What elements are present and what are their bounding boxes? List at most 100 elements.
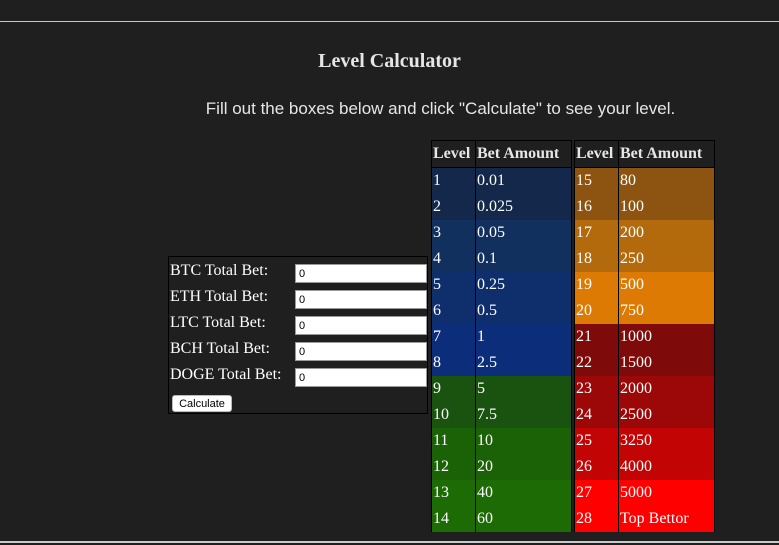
bet-amount: 0.01 [475,167,572,194]
bet-amount: 60 [475,506,572,532]
bet-amount: 100 [618,194,715,220]
level-row: 8 2.5 [431,350,572,376]
level-number: 27 [574,480,619,506]
level-row: 3 0.05 [431,220,572,246]
table-header-row: Level Bet Amount [574,140,715,168]
bet-amount: 20 [475,454,572,480]
level-row: 18 250 [574,246,715,272]
level-number: 11 [431,428,476,454]
level-number: 28 [574,506,619,532]
level-row: 24 2500 [574,402,715,428]
eth-label: ETH Total Bet: [170,288,269,305]
bet-amount-header: Bet Amount [475,140,572,168]
level-row: 27 5000 [574,480,715,506]
level-row: 12 20 [431,454,572,480]
bet-amount: 5 [475,376,572,402]
level-number: 9 [431,376,476,402]
level-number: 2 [431,194,476,220]
bch-label: BCH Total Bet: [170,340,270,357]
level-number: 5 [431,272,476,298]
bet-amount: 2500 [618,402,715,428]
level-row: 19 500 [574,272,715,298]
level-number: 22 [574,350,619,376]
level-number: 17 [574,220,619,246]
level-row: 15 80 [574,167,715,194]
level-number: 24 [574,402,619,428]
level-number: 25 [574,428,619,454]
level-number: 1 [431,167,476,194]
bet-amount: Top Bettor [618,506,715,532]
level-number: 15 [574,167,619,194]
level-row: 4 0.1 [431,246,572,272]
bet-amount: 0.1 [475,246,572,272]
bet-amount: 10 [475,428,572,454]
doge-label: DOGE Total Bet: [170,366,282,383]
bet-amount: 0.05 [475,220,572,246]
level-number: 12 [431,454,476,480]
level-row: 6 0.5 [431,298,572,324]
top-divider [0,21,779,22]
bet-amount: 0.5 [475,298,572,324]
bet-amount: 250 [618,246,715,272]
level-row: 21 1000 [574,324,715,350]
bet-amount: 1000 [618,324,715,350]
level-row: 5 0.25 [431,272,572,298]
level-number: 4 [431,246,476,272]
bet-amount: 1 [475,324,572,350]
bet-amount: 0.025 [475,194,572,220]
bch-row: BCH Total Bet: [169,337,429,363]
level-row: 95 [431,376,572,402]
btc-total-bet-input[interactable] [295,264,427,283]
bet-amount: 0.25 [475,272,572,298]
level-number: 13 [431,480,476,506]
btc-row: BTC Total Bet: [169,259,429,285]
levels-table-left: Level Bet Amount 1 0.01 2 0.025 3 0.05 4 0.1 5 0.… [431,140,572,532]
bottom-divider [0,541,779,543]
ltc-total-bet-input[interactable] [295,316,427,335]
level-row: 10 7.5 [431,402,572,428]
bch-total-bet-input[interactable] [295,342,427,361]
instructions-text: Fill out the boxes below and click "Calc… [205,99,676,118]
btc-label: BTC Total Bet: [170,262,269,279]
level-number: 18 [574,246,619,272]
level-number: 26 [574,454,619,480]
level-row: 1 0.01 [431,167,572,194]
levels-table-right: Level Bet Amount 15 80 16 100 17 200 18 250 19 50… [574,140,715,532]
bet-amount: 500 [618,272,715,298]
bet-amount: 80 [618,167,715,194]
level-header: Level [574,140,619,168]
bet-amount: 200 [618,220,715,246]
ltc-row: LTC Total Bet: [169,311,429,337]
bet-amount-header: Bet Amount [618,140,715,168]
bet-amount: 3250 [618,428,715,454]
levels-right-body: 15 80 16 100 17 200 18 250 19 500 20 750 21 1000 22 150… [574,167,715,532]
level-row: 23 2000 [574,376,715,402]
level-row: 71 [431,324,572,350]
level-row: 25 3250 [574,428,715,454]
level-row: 22 1500 [574,350,715,376]
level-number: 20 [574,298,619,324]
level-number: 8 [431,350,476,376]
table-header-row: Level Bet Amount [431,140,572,168]
level-number: 3 [431,220,476,246]
bet-amount: 5000 [618,480,715,506]
page-title: Level Calculator [318,50,461,72]
eth-total-bet-input[interactable] [295,290,427,309]
level-number: 10 [431,402,476,428]
bet-amount: 2.5 [475,350,572,376]
level-row: 13 40 [431,480,572,506]
level-row: 20 750 [574,298,715,324]
bet-amount: 2000 [618,376,715,402]
level-number: 19 [574,272,619,298]
level-row: 2 0.025 [431,194,572,220]
levels-left-body: 1 0.01 2 0.025 3 0.05 4 0.1 5 0.25 6 0.5 7 1 8 2.5 9 5 10 7… [431,167,572,532]
doge-total-bet-input[interactable] [295,368,427,387]
level-number: 21 [574,324,619,350]
bet-amount: 1500 [618,350,715,376]
level-header: Level [431,140,476,168]
level-number: 6 [431,298,476,324]
bet-amount: 750 [618,298,715,324]
calculate-button[interactable]: Calculate [172,395,232,412]
doge-row: DOGE Total Bet: [169,363,429,389]
level-row: 28 Top Bettor [574,506,715,532]
